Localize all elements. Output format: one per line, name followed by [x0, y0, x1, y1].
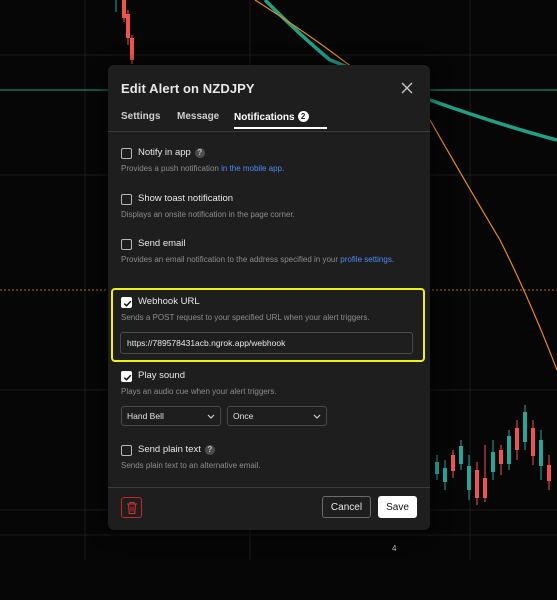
repeat-select-value: Once: [233, 411, 254, 421]
send-plain-text-description: Sends plain text to an alternative email…: [121, 461, 261, 470]
send-plain-text-label: Send plain text: [138, 444, 201, 455]
trash-icon: [127, 501, 137, 515]
notify-in-app-label-row: Notify in app?: [138, 147, 205, 158]
webhook-url-input[interactable]: [120, 332, 413, 354]
edit-alert-dialog: Edit Alert on NZDJPY Settings Message No…: [108, 65, 430, 530]
send-email-description: Provides an email notification to the ad…: [121, 254, 411, 266]
sound-select-value: Hand Bell: [127, 411, 164, 421]
time-axis-label: 4: [392, 544, 397, 553]
play-sound-checkbox[interactable]: [121, 371, 132, 382]
notify-in-app-desc-end: .: [282, 164, 285, 173]
webhook-description: Sends a POST request to your specified U…: [121, 313, 370, 322]
send-email-desc-end: .: [391, 255, 395, 264]
delete-alert-button[interactable]: [121, 497, 142, 518]
show-toast-label: Show toast notification: [138, 193, 234, 204]
send-plain-text-label-row: Send plain text?: [138, 444, 215, 455]
tab-notifications[interactable]: Notifications 2: [234, 111, 309, 123]
tabs-divider: [108, 131, 430, 132]
webhook-checkbox[interactable]: [121, 297, 132, 308]
help-icon[interactable]: ?: [194, 148, 205, 158]
play-sound-description: Plays an audio cue when your alert trigg…: [121, 387, 277, 396]
notify-in-app-label: Notify in app: [138, 147, 191, 158]
send-email-desc-text: Provides an email notification to the ad…: [121, 255, 339, 264]
notify-in-app-description: Provides a push notification in the mobi…: [121, 163, 411, 175]
chevron-down-icon: [313, 414, 321, 419]
close-icon: [401, 82, 413, 94]
profile-settings-link[interactable]: profile settings: [340, 255, 392, 264]
close-button[interactable]: [399, 80, 415, 96]
repeat-select[interactable]: Once: [227, 406, 327, 426]
show-toast-checkbox[interactable]: [121, 194, 132, 205]
webhook-label: Webhook URL: [138, 296, 200, 307]
play-sound-label: Play sound: [138, 370, 186, 381]
send-email-checkbox[interactable]: [121, 239, 132, 250]
send-plain-text-checkbox[interactable]: [121, 445, 132, 456]
tab-message[interactable]: Message: [177, 111, 219, 122]
tab-settings[interactable]: Settings: [121, 111, 160, 122]
notify-in-app-desc-text: Provides a push notification: [121, 164, 219, 173]
notifications-count-badge: 2: [297, 111, 309, 122]
sound-select[interactable]: Hand Bell: [121, 406, 221, 426]
cancel-button[interactable]: Cancel: [322, 496, 371, 518]
mobile-app-link[interactable]: in the mobile app: [221, 164, 282, 173]
help-icon[interactable]: ?: [204, 445, 215, 455]
send-email-label: Send email: [138, 238, 186, 249]
active-tab-indicator: [234, 127, 327, 129]
footer-divider: [108, 487, 430, 488]
tab-notifications-label: Notifications: [234, 112, 295, 123]
chevron-down-icon: [207, 414, 215, 419]
dialog-title: Edit Alert on NZDJPY: [121, 81, 255, 96]
notify-in-app-checkbox[interactable]: [121, 148, 132, 159]
show-toast-description: Displays an onsite notification in the p…: [121, 210, 295, 219]
check-icon: [123, 300, 132, 307]
save-button[interactable]: Save: [378, 496, 417, 518]
check-icon: [123, 374, 132, 381]
